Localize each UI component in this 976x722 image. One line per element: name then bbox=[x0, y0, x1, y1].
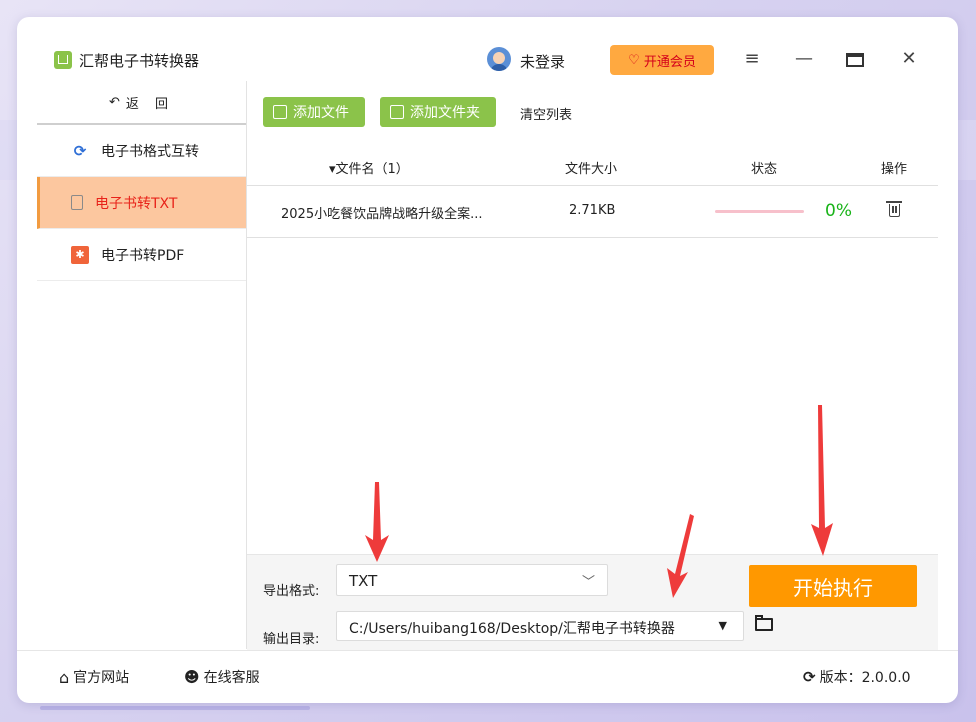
version-label: 版本：2.0.0.0 bbox=[819, 670, 911, 686]
folder-open-icon[interactable] bbox=[755, 615, 773, 631]
background-line bbox=[40, 706, 310, 710]
dropdown-triangle-icon: ▼ bbox=[718, 619, 727, 632]
vip-button-label: 开通会员 bbox=[643, 54, 696, 70]
close-icon[interactable]: ✕ bbox=[898, 49, 920, 69]
document-icon bbox=[71, 195, 83, 210]
title-bar: 汇帮电子书转换器 未登录 ♡ 开通会员 ≡ — ✕ bbox=[17, 17, 958, 81]
add-file-button[interactable]: 添加文件 bbox=[263, 97, 365, 127]
sidebar-item-to-txt[interactable]: 电子书转TXT bbox=[37, 177, 246, 229]
pdf-icon: ✱ bbox=[71, 245, 89, 264]
refresh-icon: ⟳ bbox=[803, 668, 816, 686]
app-logo-icon bbox=[54, 51, 72, 69]
app-window: 汇帮电子书转换器 未登录 ♡ 开通会员 ≡ — ✕ ↶ 返 回 ⟳ 电子书格式互… bbox=[17, 17, 958, 703]
progress-bar bbox=[715, 210, 804, 213]
sidebar-item-label: 电子书转PDF bbox=[101, 247, 185, 264]
file-size: 2.71KB bbox=[569, 203, 616, 218]
add-file-label: 添加文件 bbox=[293, 105, 349, 121]
vip-button[interactable]: ♡ 开通会员 bbox=[610, 45, 714, 75]
add-folder-icon bbox=[390, 105, 404, 119]
online-service-link[interactable]: ☻ 在线客服 bbox=[184, 667, 260, 687]
sidebar-item-to-pdf[interactable]: ✱ 电子书转PDF bbox=[37, 229, 246, 281]
diamond-heart-icon: ♡ bbox=[628, 52, 640, 68]
add-folder-button[interactable]: 添加文件夹 bbox=[380, 97, 496, 127]
footer: ⌂ 官方网站 ☻ 在线客服 ⟳ 版本：2.0.0.0 bbox=[17, 650, 958, 703]
file-name: 2025小吃餐饮品牌战略升级全案... bbox=[281, 207, 483, 222]
progress-percent: 0% bbox=[825, 201, 852, 221]
add-folder-label: 添加文件夹 bbox=[410, 105, 480, 121]
headset-icon: ☻ bbox=[184, 668, 200, 686]
menu-icon[interactable]: ≡ bbox=[741, 49, 763, 69]
sidebar-item-format-convert[interactable]: ⟳ 电子书格式互转 bbox=[37, 125, 246, 177]
table-header: ▾文件名（1） 文件大小 状态 操作 bbox=[247, 147, 938, 186]
maximize-icon[interactable] bbox=[846, 53, 864, 67]
back-arrow-icon: ↶ bbox=[108, 94, 120, 110]
version-info[interactable]: ⟳ 版本：2.0.0.0 bbox=[803, 667, 911, 687]
format-select[interactable]: TXT ﹀ bbox=[336, 564, 608, 596]
table-row[interactable]: 2025小吃餐饮品牌战略升级全案... 2.71KB 0% bbox=[247, 185, 938, 238]
output-dir-value: C:/Users/huibang168/Desktop/汇帮电子书转换器 bbox=[349, 621, 675, 637]
sidebar-item-label: 电子书格式互转 bbox=[101, 143, 199, 160]
clear-list-button[interactable]: 清空列表 bbox=[520, 104, 572, 123]
user-avatar[interactable] bbox=[487, 47, 511, 71]
official-site-label: 官方网站 bbox=[73, 670, 130, 686]
refresh-icon: ⟳ bbox=[73, 141, 87, 160]
back-label: 返 回 bbox=[125, 96, 175, 112]
login-status[interactable]: 未登录 bbox=[520, 51, 565, 72]
format-label: 导出格式: bbox=[263, 584, 320, 599]
trash-icon[interactable] bbox=[886, 201, 902, 217]
output-settings: 导出格式: TXT ﹀ 输出目录: C:/Users/huibang168/De… bbox=[247, 554, 938, 651]
sidebar: ↶ 返 回 ⟳ 电子书格式互转 电子书转TXT ✱ 电子书转PDF bbox=[37, 81, 247, 649]
official-site-link[interactable]: ⌂ 官方网站 bbox=[59, 667, 129, 687]
sidebar-item-label: 电子书转TXT bbox=[95, 195, 178, 212]
output-dir-label: 输出目录: bbox=[263, 632, 320, 647]
back-button[interactable]: ↶ 返 回 bbox=[37, 81, 246, 125]
start-button[interactable]: 开始执行 bbox=[749, 565, 917, 607]
app-title: 汇帮电子书转换器 bbox=[79, 52, 200, 70]
chevron-down-icon: ﹀ bbox=[581, 575, 595, 590]
minimize-icon[interactable]: — bbox=[793, 49, 815, 69]
column-header-size: 文件大小 bbox=[565, 162, 618, 177]
online-service-label: 在线客服 bbox=[203, 670, 260, 686]
column-header-name[interactable]: ▾文件名（1） bbox=[329, 158, 409, 177]
home-icon: ⌂ bbox=[59, 667, 70, 687]
output-dir-select[interactable]: C:/Users/huibang168/Desktop/汇帮电子书转换器 ▼ bbox=[336, 611, 744, 641]
add-file-icon bbox=[273, 105, 287, 119]
format-value: TXT bbox=[349, 572, 378, 590]
column-header-status: 状态 bbox=[751, 162, 778, 177]
column-header-action: 操作 bbox=[881, 162, 908, 177]
